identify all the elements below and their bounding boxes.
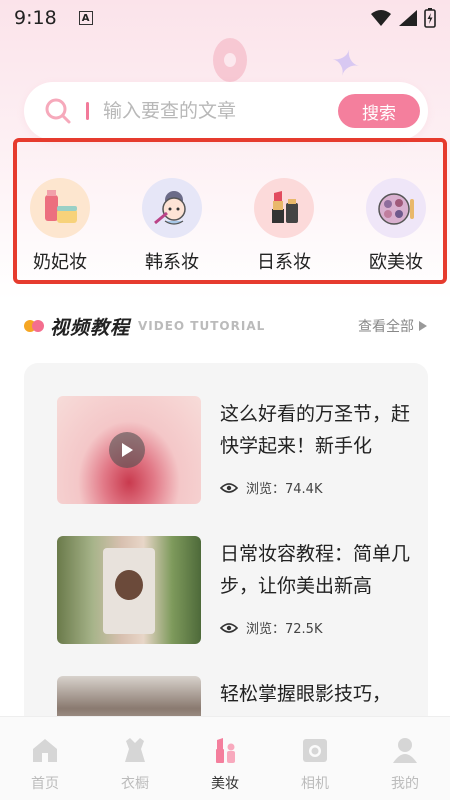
search-bar[interactable]: 搜索 [24,82,428,140]
category-item-korean[interactable]: 韩系妆 [127,178,217,274]
search-icon [45,98,71,124]
play-arrow-icon [419,321,427,331]
tab-label: 美妆 [211,776,239,792]
view-all-label: 查看全部 [358,319,414,335]
tab-home[interactable]: 首页 [0,717,90,800]
girl-makeup-icon [142,178,202,238]
notification-icon: A [78,11,93,25]
home-icon [33,739,57,762]
category-label: 日系妆 [257,252,311,273]
category-highlight-box: 奶妃妆 韩系妆 日系妆 欧美妆 [13,138,447,284]
tab-makeup[interactable]: 美妆 [180,717,270,800]
eye-icon [220,482,238,493]
tab-label: 衣橱 [121,776,149,792]
category-label: 欧美妆 [369,252,423,273]
video-views: 浏览：72.5K [220,618,322,637]
thumbnail-face [115,570,143,600]
section-subtitle: VIDEO TUTORIAL [138,319,266,333]
category-label: 奶妃妆 [33,252,87,273]
video-views-label: 浏览：72.5K [246,622,323,637]
wardrobe-icon [125,738,145,762]
video-item[interactable]: 这么好看的万圣节，赶快学起来！新手化 浏览：74.4K [57,396,428,504]
view-all-link[interactable]: 查看全部 [358,316,428,336]
eye-icon [220,622,238,633]
tab-label: 首页 [31,776,59,792]
tab-camera[interactable]: 相机 [270,717,360,800]
category-item-western[interactable]: 欧美妆 [351,178,441,274]
video-title[interactable]: 日常妆容教程：简单几步，让你美出新高 [220,538,416,602]
makeup-icon [216,738,235,763]
battery-icon [424,8,436,28]
signal-icon [399,10,417,26]
category-item-naifei[interactable]: 奶妃妆 [15,178,105,274]
video-list: 这么好看的万圣节，赶快学起来！新手化 浏览：74.4K 日常妆容教程：简单几步，… [24,363,428,733]
eyeshadow-palette-icon [366,178,426,238]
search-button[interactable]: 搜索 [338,94,420,128]
status-time: 9:18 [14,7,57,29]
decoration-ring [213,38,247,82]
wifi-icon [371,10,391,26]
video-thumbnail[interactable] [57,396,201,504]
video-title[interactable]: 这么好看的万圣节，赶快学起来！新手化 [220,398,416,462]
video-views-label: 浏览：74.4K [246,482,323,497]
tab-wardrobe[interactable]: 衣橱 [90,717,180,800]
lipstick-icon [254,178,314,238]
profile-icon [393,738,417,763]
search-input[interactable] [103,100,303,122]
category-label: 韩系妆 [145,252,199,273]
play-icon[interactable] [109,432,145,468]
section-header: 视频教程 VIDEO TUTORIAL 查看全部 [24,312,428,340]
video-item[interactable]: 日常妆容教程：简单几步，让你美出新高 浏览：72.5K [57,536,428,644]
status-bar: 9:18 A [0,0,450,36]
category-item-japanese[interactable]: 日系妆 [239,178,329,274]
search-caret [86,102,89,120]
section-title: 视频教程 [50,316,131,339]
section-dot-icon [32,320,44,332]
video-thumbnail[interactable] [57,536,201,644]
status-icons [370,8,436,28]
tab-label: 我的 [391,776,419,792]
bottom-tab-bar: 首页 衣橱 美妆 相机 我的 [0,716,450,800]
tab-label: 相机 [301,776,329,792]
camera-icon [303,739,327,762]
cosmetics-bottles-icon [30,178,90,238]
tab-profile[interactable]: 我的 [360,717,450,800]
video-views: 浏览：74.4K [220,478,322,497]
